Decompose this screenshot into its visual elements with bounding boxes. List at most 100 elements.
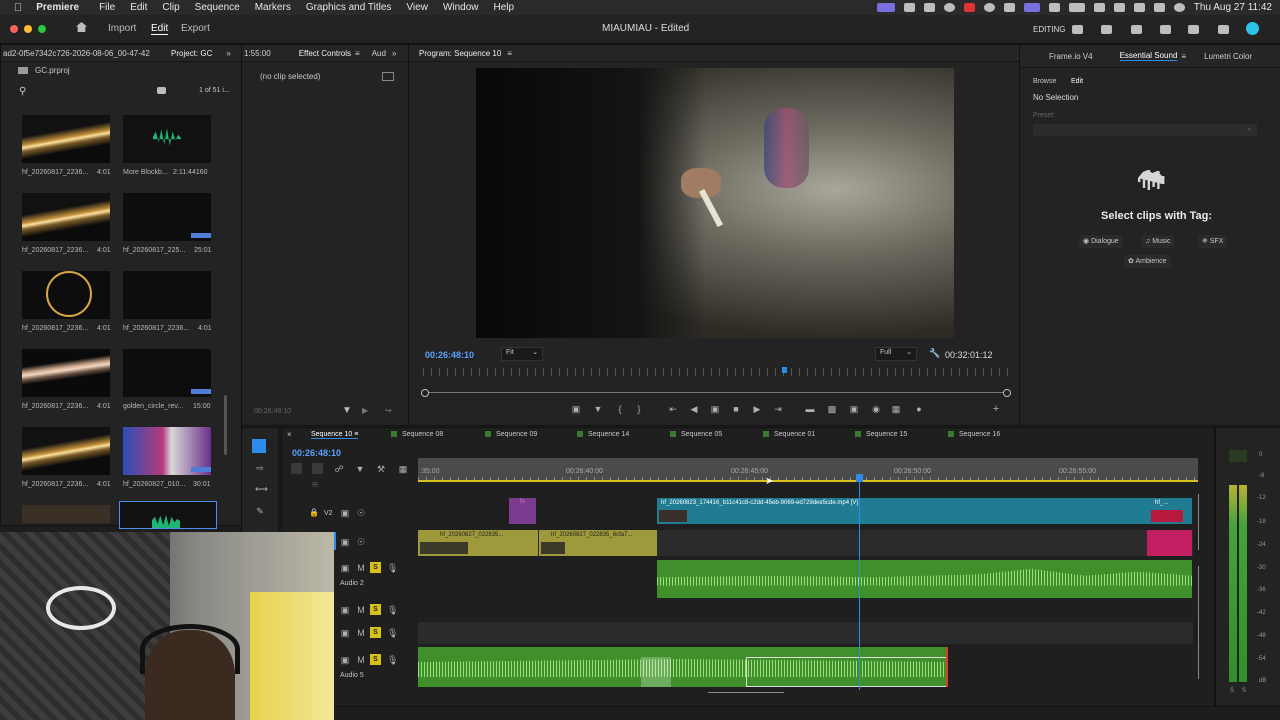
program-zoom-bar[interactable] — [425, 392, 1007, 393]
tab-sequence-16[interactable]: Sequence 16 — [948, 431, 1000, 438]
menu-icon[interactable]: ≡ — [355, 49, 360, 58]
a-track-mute-icon[interactable]: M — [356, 628, 366, 638]
clip-yellow-2[interactable]: hf_20260827_022835_6cfa7... — [539, 530, 657, 556]
tab-essential-sound[interactable]: Essential Sound — [1119, 51, 1178, 61]
menu-view[interactable]: View — [406, 2, 428, 13]
control-center-icon[interactable] — [1153, 3, 1165, 12]
menu-icon[interactable]: ≡ — [354, 431, 358, 438]
workspace-label[interactable]: EDITING — [1033, 25, 1065, 34]
qz-icon[interactable] — [1048, 3, 1060, 12]
tab-audio-mixer[interactable]: Aud — [372, 49, 386, 58]
menu-app-name[interactable]: Premiere — [36, 2, 79, 13]
tab-import[interactable]: Import — [108, 23, 136, 34]
track-eye-icon[interactable]: ☉ — [310, 481, 320, 491]
siri-icon[interactable] — [1173, 3, 1185, 12]
settings-wrench-icon[interactable]: ⚒ — [376, 464, 386, 474]
share-icon[interactable] — [1101, 25, 1112, 34]
program-playhead[interactable] — [782, 367, 787, 373]
menu-help[interactable]: Help — [494, 2, 515, 13]
mic-icon[interactable]: 🎙 — [387, 655, 398, 665]
timeline-timecode[interactable]: 00:26:48:10 — [292, 448, 341, 458]
step-back-icon[interactable]: ◀ — [689, 404, 699, 414]
program-mini-ruler[interactable] — [423, 368, 1009, 376]
play-in-out-icon[interactable]: ▣ — [710, 404, 720, 414]
tag-sfx-button[interactable]: ✵ SFX — [1198, 235, 1228, 248]
lift-icon[interactable]: ▣ — [571, 404, 581, 414]
export-frame-icon[interactable]: ↪ — [385, 406, 392, 415]
mark-out-icon[interactable]: } — [634, 404, 644, 414]
track-lock-icon[interactable]: 🔒 — [309, 508, 319, 518]
extract-icon[interactable]: ▩ — [827, 404, 837, 414]
stop-icon[interactable]: ■ — [731, 404, 741, 414]
track-eye-icon-v1[interactable]: ☉ — [356, 537, 366, 547]
apple-icon[interactable]:  — [14, 2, 22, 14]
solo-button[interactable]: S — [370, 654, 381, 665]
creative-cloud-icon[interactable] — [943, 3, 955, 12]
audio-clip-a5[interactable] — [418, 647, 948, 687]
go-to-in-icon[interactable]: ⇤ — [668, 404, 678, 414]
tab-sequence-09[interactable]: Sequence 09 — [485, 431, 537, 438]
track-select-icon[interactable]: ⇨ — [255, 463, 265, 473]
thumb-hallway[interactable] — [22, 505, 110, 523]
menu-file[interactable]: File — [99, 2, 115, 13]
audio-transition-2[interactable] — [746, 657, 948, 687]
thumb-light-bar[interactable] — [22, 349, 110, 397]
a-track-output-icon[interactable]: ▣ — [340, 655, 350, 665]
quick-export-icon[interactable] — [1131, 25, 1142, 34]
menu-icon[interactable]: ≡ — [1181, 52, 1186, 61]
tab-sequence-10[interactable]: Sequence 10 ≡ — [311, 431, 359, 439]
program-timecode[interactable]: 00:26:48:10 — [425, 350, 474, 360]
thumb-black-3[interactable] — [123, 349, 211, 397]
go-to-out-icon[interactable]: ⇥ — [773, 404, 783, 414]
timeline-v-scroll-audio[interactable] — [1198, 566, 1199, 679]
timeline-v-scroll[interactable] — [1198, 494, 1199, 550]
menu-window[interactable]: Window — [443, 2, 479, 13]
thumb-light-streak-3[interactable] — [22, 427, 110, 475]
record-icon[interactable] — [963, 3, 975, 12]
menu-sequence[interactable]: Sequence — [195, 2, 240, 13]
play-circle-icon[interactable] — [1093, 3, 1105, 12]
solo-button[interactable]: S — [370, 627, 381, 638]
clip-pink[interactable]: hf_... — [1147, 498, 1192, 524]
tab-sequence-05[interactable]: Sequence 05 — [670, 431, 722, 438]
menu-markers[interactable]: Markers — [255, 2, 291, 13]
thumb-light-streak-1[interactable] — [22, 115, 110, 163]
tab-lumetri[interactable]: Lumetri Color — [1204, 52, 1252, 61]
nest-toggle-icon[interactable] — [291, 463, 302, 474]
minimize-window-button[interactable] — [24, 25, 32, 33]
thumb-audio[interactable] — [123, 115, 211, 163]
a-track-mute-icon[interactable]: M — [356, 655, 366, 665]
menu-edit[interactable]: Edit — [130, 2, 147, 13]
clip-yellow-1[interactable]: hf_20260827_022835... — [418, 530, 538, 556]
solo-button[interactable]: S — [370, 604, 381, 615]
battery-icon[interactable] — [1068, 3, 1085, 12]
close-tab-icon[interactable]: × — [287, 430, 292, 439]
tab-sequence-01[interactable]: Sequence 01 — [763, 431, 815, 438]
timeline-h-scroll[interactable] — [708, 692, 784, 693]
mic-icon[interactable]: 🎙 — [387, 628, 398, 638]
tab-effect-controls[interactable]: Effect Controls — [299, 49, 351, 58]
project-path[interactable]: ad2-0f5e7342c726-2026-08-06_00-47-42 — [3, 49, 163, 58]
clip-fx-purple[interactable]: fx — [509, 498, 536, 524]
volume-icon[interactable] — [1188, 25, 1199, 34]
timeline-playhead-head[interactable] — [856, 474, 863, 482]
play-audio-icon[interactable]: ▶ — [362, 406, 368, 415]
toggle-timeline-icon[interactable] — [382, 72, 394, 81]
quality-dropdown[interactable]: Full ⌄ — [875, 347, 917, 361]
a-track-output-icon[interactable]: ▣ — [340, 563, 350, 573]
tab-frameio[interactable]: Frame.io V4 — [1049, 52, 1093, 61]
mic-icon[interactable]: 🎙 — [387, 563, 398, 573]
captions-icon[interactable]: ▦ — [398, 464, 408, 474]
project-search-input[interactable] — [31, 85, 146, 97]
preset-dropdown[interactable]: ⌄ — [1033, 124, 1257, 136]
mark-in-icon[interactable]: { — [615, 404, 625, 414]
tab-export[interactable]: Export — [181, 23, 210, 34]
project-tab[interactable]: Project: GC — [171, 49, 212, 58]
compare-icon[interactable]: ▦ — [891, 404, 901, 414]
subtab-edit[interactable]: Edit — [1071, 78, 1083, 85]
thumb-light-streak-2[interactable] — [22, 193, 110, 241]
ripple-edit-icon[interactable]: ⟷ — [255, 484, 268, 494]
menu-graphics[interactable]: Graphics and Titles — [306, 2, 392, 13]
track-v2-label[interactable]: V2 — [324, 510, 333, 517]
audio-transition[interactable] — [641, 657, 671, 687]
